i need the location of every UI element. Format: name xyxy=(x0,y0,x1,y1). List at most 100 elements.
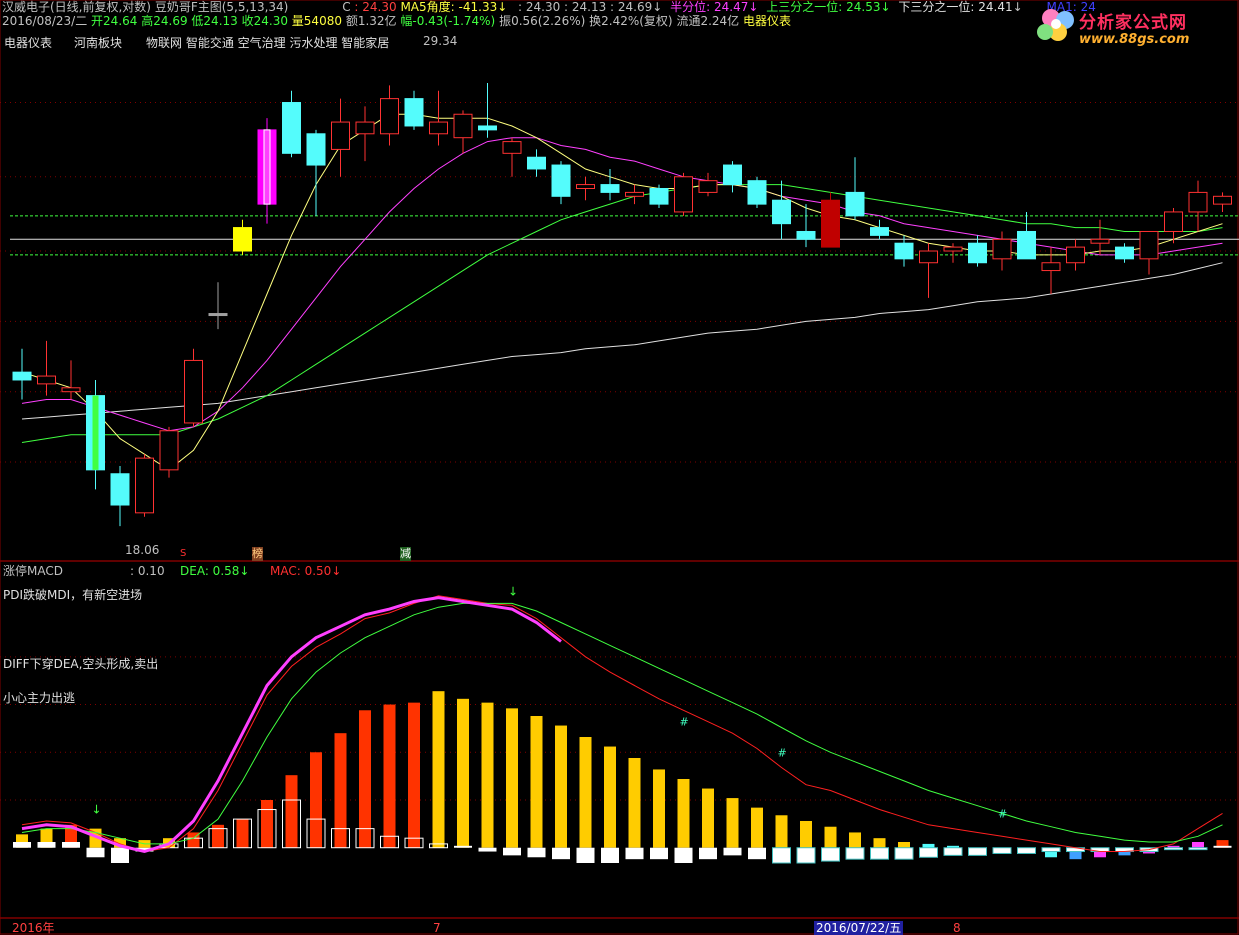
candle-body xyxy=(796,230,816,240)
info-high: 高24.69 xyxy=(141,14,188,28)
c-value: 24.30 xyxy=(362,0,397,14)
candle-body xyxy=(992,238,1012,260)
candle-body xyxy=(110,473,130,506)
candle-body xyxy=(12,371,32,381)
half-value: 24.47 xyxy=(714,0,749,14)
macd-mac-label: MAC: 0.50 xyxy=(270,564,332,578)
candle-body xyxy=(1139,230,1159,260)
indicator-name: 豆奶哥F主图(5,5,13,34) xyxy=(154,0,289,14)
macd-white-bar xyxy=(503,847,521,856)
macd-bar xyxy=(530,716,543,848)
candle-body xyxy=(625,191,644,197)
macd-bar xyxy=(751,807,763,848)
macd-bar xyxy=(873,838,886,848)
candle-body xyxy=(968,242,987,264)
info-change: 幅-0.43(-1.74%) xyxy=(400,14,496,28)
macd-bar xyxy=(359,710,371,848)
macd-dea: DEA: 0.58↓ xyxy=(180,564,250,578)
candle-body xyxy=(453,113,473,139)
logo-url: www.88gs.com xyxy=(1079,32,1190,47)
macd-bar xyxy=(898,842,910,848)
macd-white-bar xyxy=(552,847,570,860)
candle-body xyxy=(1090,238,1110,244)
down-arrow-icon: ↓ xyxy=(92,802,102,816)
macd-bar xyxy=(653,769,665,848)
half-label: 半分位: xyxy=(670,0,711,14)
tag-region[interactable]: 河南板块 xyxy=(74,36,122,50)
info-open: 开24.64 xyxy=(91,14,138,28)
macd-bar xyxy=(555,725,567,848)
candle-body xyxy=(821,199,840,248)
ma5-angle-label: MA5角度: xyxy=(400,0,455,14)
macd-bar xyxy=(334,733,347,848)
candle-body xyxy=(380,98,399,135)
marker-s: S xyxy=(180,548,187,559)
candle-body xyxy=(429,121,448,135)
c-label: C xyxy=(342,0,351,14)
macd-bar xyxy=(579,737,592,848)
tag-concepts[interactable]: 物联网 智能交通 空气治理 污水处理 智能家居 xyxy=(146,36,389,50)
macd-white-bar xyxy=(943,847,963,856)
macd-white-bar xyxy=(13,842,31,848)
macd-bar xyxy=(285,775,298,848)
stock-title: 汉威电子(日线,前复权,对数) xyxy=(2,0,151,14)
candle-body xyxy=(576,184,595,189)
high-price-label: 29.34 xyxy=(423,34,458,48)
macd-bar xyxy=(824,826,837,848)
macd-white-bar xyxy=(111,847,129,863)
candle-body xyxy=(502,141,522,154)
macd-bar xyxy=(432,691,445,848)
xaxis-date-box: 2016/07/22/五 xyxy=(814,921,904,935)
candle-inner xyxy=(263,129,271,205)
hash-marker: # xyxy=(680,716,689,729)
candle-body xyxy=(1213,195,1232,205)
lower-third-value: 24.41 xyxy=(978,0,1013,14)
candle-body xyxy=(478,125,497,131)
info-turnover: 换2.42%(复权) xyxy=(589,14,673,28)
upper-third-label: 上三分之一位: xyxy=(766,0,843,14)
macd-bar xyxy=(481,702,494,848)
candle-body xyxy=(282,102,301,154)
macd-bar xyxy=(628,758,641,848)
macd-text-1: PDI跌破MDI，有新空进场 xyxy=(3,588,143,602)
macd-white-bar xyxy=(1017,847,1036,854)
macd-white-bar xyxy=(772,847,791,864)
macd-bar xyxy=(506,708,518,848)
candle-body xyxy=(723,164,742,186)
macd-bar xyxy=(261,800,273,848)
macd-bar xyxy=(383,704,396,848)
xaxis-month-8: 8 xyxy=(953,921,961,935)
candle-body xyxy=(600,184,620,193)
candle-inner xyxy=(92,395,99,470)
candle-body xyxy=(943,246,963,252)
header-line: 汉威电子(日线,前复权,对数) 豆奶哥F主图(5,5,13,34) C : 24… xyxy=(2,0,508,14)
macd-bar xyxy=(408,702,420,848)
candle-body xyxy=(1041,262,1061,272)
macd-white-bar xyxy=(894,847,914,860)
marker-jian: 减 xyxy=(400,547,411,561)
info-amplitude: 振0.56(2.26%) xyxy=(499,14,586,28)
info-low: 低24.13 xyxy=(191,14,238,28)
xaxis-month-7: 7 xyxy=(433,921,441,935)
candle-body xyxy=(61,387,81,393)
tag-sector[interactable]: 电器仪表 xyxy=(4,36,52,50)
macd-bar xyxy=(310,752,322,848)
macd-white-bar xyxy=(748,847,766,860)
candle-body xyxy=(674,176,693,213)
macd-white-bar xyxy=(870,847,889,860)
macd-diff-line xyxy=(21,595,1223,853)
lower-third-label: 下三分之一位: xyxy=(898,0,975,14)
info-volume: 量54080 xyxy=(291,14,342,28)
macd-bar xyxy=(726,798,739,848)
site-logo: 分析家公式网 www.88gs.com xyxy=(1031,4,1231,52)
macd-white-bar xyxy=(968,847,987,856)
candle-body xyxy=(551,164,571,197)
macd-white-bar xyxy=(527,847,546,858)
macd-white-bar xyxy=(845,847,865,860)
candle-body xyxy=(649,187,669,205)
candle-body xyxy=(233,227,252,252)
macd-white-bar xyxy=(821,847,840,862)
macd-white-bar xyxy=(1188,847,1208,851)
hash-marker: # xyxy=(778,746,787,759)
macd-white-bar xyxy=(576,847,595,863)
